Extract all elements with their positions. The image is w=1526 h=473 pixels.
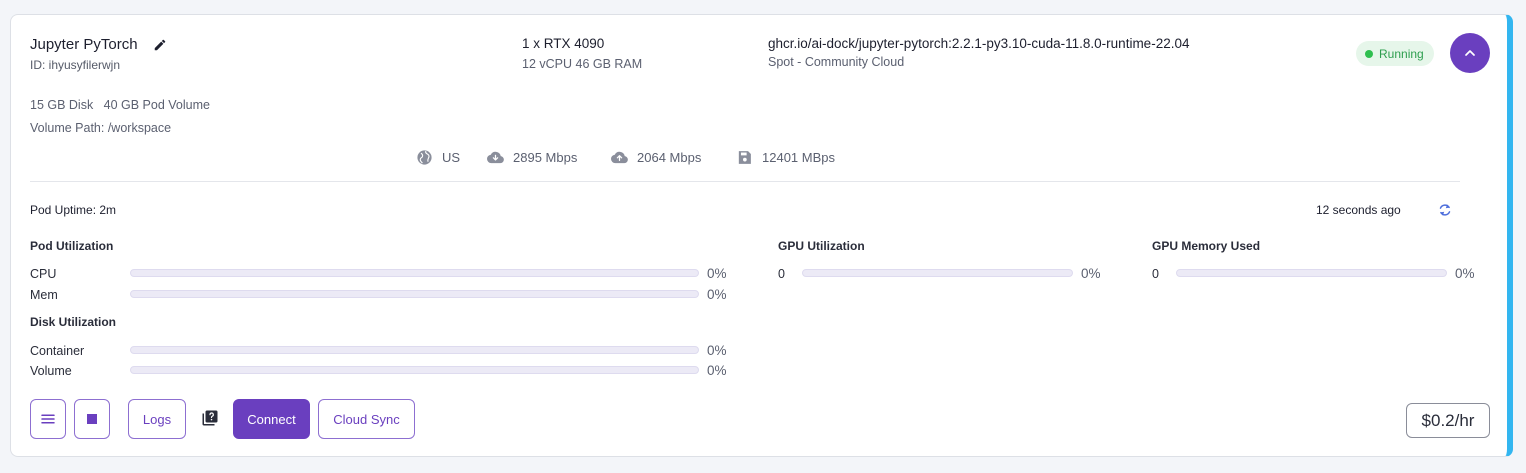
upload-stat: 2064 Mbps [611, 149, 701, 166]
mem-value: 0% [707, 287, 727, 302]
pod-id: ID: ihyusyfilerwjn [30, 58, 121, 72]
logs-button[interactable]: Logs [128, 399, 186, 439]
volume-value: 0% [707, 363, 727, 378]
container-value: 0% [707, 343, 727, 358]
cpu-progress-bar [130, 269, 699, 277]
gpu-info: 1 x RTX 4090 [522, 36, 605, 51]
container-image: ghcr.io/ai-dock/jupyter-pytorch:2.2.1-py… [768, 36, 1190, 51]
cloud-download-icon [487, 151, 504, 164]
status-badge: Running [1356, 41, 1434, 66]
cpu-ram-info: 12 vCPU 46 GB RAM [522, 57, 643, 71]
mem-label: Mem [30, 288, 58, 302]
gpu-progress-bar [802, 269, 1073, 277]
pod-card: Jupyter PyTorch ID: ihyusyfilerwjn 1 x R… [10, 14, 1513, 457]
volume-label: Volume [30, 364, 72, 378]
pod-name: Jupyter PyTorch [30, 36, 138, 53]
region-value: US [442, 150, 461, 165]
cloud-sync-button[interactable]: Cloud Sync [318, 399, 415, 439]
download-value: 2895 Mbps [513, 150, 578, 165]
stop-button[interactable] [74, 399, 110, 439]
pod-volume-size: 40 GB Pod Volume [103, 98, 210, 112]
gpu-memory-index: 0 [1152, 267, 1159, 281]
stop-icon [87, 414, 97, 424]
globe-icon [417, 150, 432, 165]
disk-info: 15 GB Disk 40 GB Pod Volume [30, 98, 210, 112]
chevron-up-icon [1465, 50, 1475, 56]
disk-size: 15 GB Disk [30, 98, 94, 112]
help-docs-icon[interactable] [201, 409, 219, 427]
gpu-index: 0 [778, 267, 785, 281]
last-updated: 12 seconds ago [1316, 203, 1401, 217]
pod-utilization-title: Pod Utilization [30, 239, 114, 253]
disk-speed-stat: 12401 MBps [736, 149, 835, 166]
menu-icon [41, 414, 55, 424]
container-progress-bar [130, 346, 699, 354]
divider [30, 181, 1460, 182]
edit-icon[interactable] [153, 38, 167, 52]
connect-button[interactable]: Connect [233, 399, 310, 439]
pod-uptime: Pod Uptime: 2m [30, 203, 117, 217]
refresh-icon[interactable] [1436, 201, 1454, 219]
menu-button[interactable] [30, 399, 66, 439]
status-dot [1365, 49, 1373, 58]
cpu-label: CPU [30, 267, 57, 281]
price-per-hour: $0.2/hr [1406, 403, 1490, 438]
mem-progress-bar [130, 290, 699, 298]
disk-speed-value: 12401 MBps [762, 150, 835, 165]
status-label: Running [1379, 46, 1424, 61]
volume-path: Volume Path: /workspace [30, 121, 172, 135]
container-label: Container [30, 344, 85, 358]
region-stat: US [416, 149, 460, 166]
cpu-value: 0% [707, 266, 727, 281]
save-icon [738, 151, 751, 164]
gpu-value: 0% [1081, 266, 1101, 281]
gpu-memory-progress-bar [1176, 269, 1447, 277]
cloud-type: Spot - Community Cloud [768, 55, 905, 69]
disk-utilization-title: Disk Utilization [30, 315, 117, 329]
gpu-memory-title: GPU Memory Used [1152, 239, 1261, 253]
upload-value: 2064 Mbps [637, 150, 702, 165]
cloud-upload-icon [611, 151, 628, 164]
gpu-memory-value: 0% [1455, 266, 1475, 281]
download-stat: 2895 Mbps [487, 149, 577, 166]
collapse-button[interactable] [1450, 33, 1490, 73]
gpu-utilization-title: GPU Utilization [778, 239, 865, 253]
volume-progress-bar [130, 366, 699, 374]
